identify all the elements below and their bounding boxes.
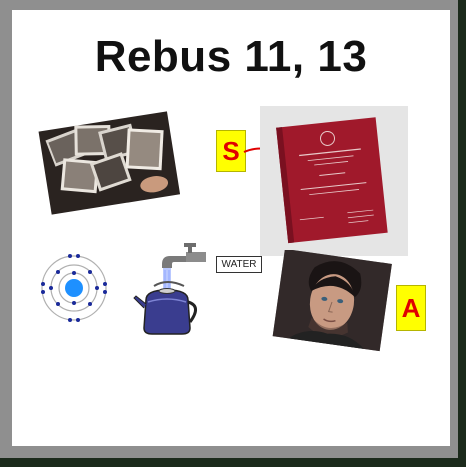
portrait-image [272,250,392,352]
kettle-tap-icon [133,243,206,335]
thesis-book-image [260,106,408,256]
water-label: WATER [216,256,262,273]
rebus-slide: Rebus 11, 13 S WATER A [12,10,450,446]
letter-a-box: A [396,285,426,331]
atom-icon [41,254,107,322]
photos-image [38,111,180,215]
slide-title: Rebus 11, 13 [94,32,368,81]
